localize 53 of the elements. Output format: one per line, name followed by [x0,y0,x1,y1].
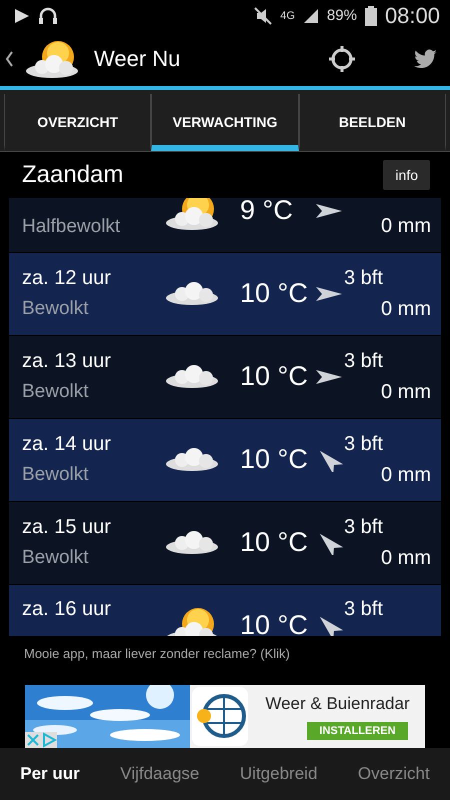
close-icon[interactable] [25,732,41,748]
temperature: 10 °C [239,610,309,636]
bottom-nav-tab[interactable]: Uitgebreid [240,764,318,784]
forecast-time: za. 13 uur [22,350,112,374]
forecast-condition: Bewolkt [22,381,90,404]
bird-icon[interactable] [414,48,438,69]
rainfall: 0 mm [380,546,431,570]
forecast-time: za. 16 uur [22,598,112,622]
info-button[interactable]: info [383,160,430,190]
city-name: Zaandam [22,160,124,189]
wind-force: 3 bft [344,350,384,373]
battery-percent: 89% [326,7,357,24]
bottom-nav-tab[interactable]: Per uur [20,764,80,784]
play-icon [14,8,30,24]
location-icon[interactable] [328,44,356,73]
wind-force: 3 bft [344,598,384,622]
forecast-condition: Bewolkt [22,298,90,320]
headphones-icon [38,6,58,25]
signal-icon [302,8,319,24]
rainfall: 0 mm [380,215,431,238]
temperature: 10 °C [239,361,309,392]
forecast-time: za. 14 uur [22,433,112,456]
rainfall: 0 mm [380,298,431,321]
temperature: 10 °C [239,278,309,310]
rainfall: 0 mm [380,380,431,404]
rainfall: 0 mm [380,464,431,487]
ad-choices-icon[interactable] [41,732,57,748]
ad-banner[interactable]: Weer & Buienradar INSTALLEREN [25,685,425,748]
radar-logo-icon [190,685,250,748]
forecast-condition: Bewolkt [22,464,90,486]
bottom-nav-tab[interactable]: Vijfdaagse [120,764,200,784]
forecast-time: za. 15 uur [22,516,112,540]
tab[interactable]: BEELDEN [298,94,446,151]
network-label: 4G [280,10,295,22]
forecast-time: za. 12 uur [22,267,112,290]
tab[interactable]: OVERZICHT [4,94,152,151]
bottom-nav-tab[interactable]: Overzicht [358,764,430,784]
temperature: 10 °C [239,527,309,558]
temperature: 10 °C [239,444,309,476]
forecast-condition: Halfbewolkt [22,216,122,238]
tab[interactable]: VERWACHTING [151,94,299,151]
back-icon[interactable] [4,50,14,68]
temperature: 9 °C [239,198,294,226]
ad-notice-link[interactable]: Mooie app, maar liever zonder reclame? (Klik) [0,636,450,672]
wind-force: 3 bft [344,516,384,539]
ad-title: Weer & Buienradar [265,694,410,714]
app-title: Weer Nu [94,46,180,72]
mute-icon [254,6,272,25]
wind-force: 3 bft [344,432,384,456]
wind-force: 3 bft [344,266,384,290]
battery-icon [364,6,377,26]
forecast-condition: Bewolkt [22,547,90,570]
clock: 08:00 [384,2,440,29]
